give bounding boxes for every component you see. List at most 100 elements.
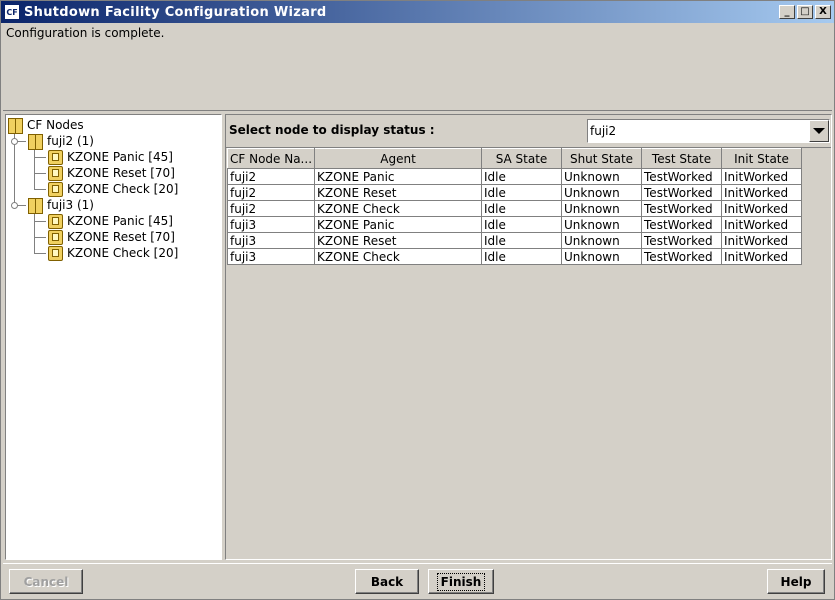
table-cell: KZONE Check <box>314 200 483 217</box>
button-bar: Cancel Back Finish Help <box>3 563 832 597</box>
table-row[interactable]: fuji3 KZONE Panic Idle Unknown TestWorke… <box>226 216 803 233</box>
tree-root[interactable]: CF Nodes <box>7 117 84 134</box>
table-cell: fuji3 <box>226 248 316 265</box>
table-row[interactable]: fuji2 KZONE Panic Idle Unknown TestWorke… <box>226 168 803 185</box>
status-message: Configuration is complete. <box>6 26 165 40</box>
status-panel: Select node to display status : fuji2 CF… <box>225 114 832 560</box>
table-cell: KZONE Panic <box>314 168 483 185</box>
status-table-container: CF Node Na... Agent SA State Shut State … <box>226 147 831 559</box>
folder-icon <box>27 197 43 214</box>
tree-agent-label: KZONE Check [20] <box>67 182 179 196</box>
table-cell: KZONE Reset <box>314 232 483 249</box>
column-header[interactable]: Test State <box>641 148 723 169</box>
table-cell: Unknown <box>561 248 643 265</box>
table-cell: InitWorked <box>721 184 803 201</box>
agent-icon <box>47 181 63 197</box>
selected-node-value: fuji2 <box>590 124 617 138</box>
finish-button-label: Finish <box>436 572 486 591</box>
table-cell: Idle <box>481 216 563 233</box>
table-cell: Idle <box>481 200 563 217</box>
table-cell: Idle <box>481 168 563 185</box>
status-table: CF Node Na... Agent SA State Shut State … <box>226 148 803 265</box>
node-select-dropdown[interactable]: fuji2 <box>587 119 830 143</box>
tree-agent-label: KZONE Check [20] <box>67 246 179 260</box>
help-button-label: Help <box>780 574 812 589</box>
table-cell: KZONE Reset <box>314 184 483 201</box>
table-cell: InitWorked <box>721 248 803 265</box>
table-row[interactable]: fuji3 KZONE Reset Idle Unknown TestWorke… <box>226 232 803 249</box>
folder-icon <box>7 117 23 134</box>
column-header[interactable]: CF Node Na... <box>226 148 316 169</box>
tree-agent-label: KZONE Panic [45] <box>67 150 173 164</box>
table-row[interactable]: fuji3 KZONE Check Idle Unknown TestWorke… <box>226 248 803 265</box>
table-row[interactable]: fuji2 KZONE Reset Idle Unknown TestWorke… <box>226 184 803 201</box>
table-cell: Unknown <box>561 168 643 185</box>
column-header[interactable]: SA State <box>481 148 563 169</box>
tree-node-fuji3[interactable]: fuji3 (1) <box>27 197 94 214</box>
chevron-down-icon[interactable] <box>809 120 829 142</box>
tree-agent-label: KZONE Reset [70] <box>67 230 175 244</box>
table-cell: Idle <box>481 232 563 249</box>
table-cell: KZONE Panic <box>314 216 483 233</box>
folder-icon <box>27 133 43 150</box>
tree-node-label: fuji2 (1) <box>47 134 94 148</box>
cancel-button-label: Cancel <box>23 574 69 589</box>
tree-agent-label: KZONE Reset [70] <box>67 166 175 180</box>
close-button[interactable]: X <box>815 5 831 19</box>
table-cell: InitWorked <box>721 216 803 233</box>
maximize-button[interactable]: □ <box>797 5 813 19</box>
table-row[interactable]: fuji2 KZONE Check Idle Unknown TestWorke… <box>226 200 803 217</box>
table-cell: InitWorked <box>721 232 803 249</box>
help-button[interactable]: Help <box>767 569 825 594</box>
window-title: Shutdown Facility Configuration Wizard <box>24 4 327 20</box>
finish-button[interactable]: Finish <box>428 569 494 594</box>
table-cell: Unknown <box>561 216 643 233</box>
tree-node-label: fuji3 (1) <box>47 198 94 212</box>
table-cell: Idle <box>481 248 563 265</box>
table-cell: fuji3 <box>226 216 316 233</box>
table-cell: TestWorked <box>641 168 723 185</box>
table-cell: fuji3 <box>226 232 316 249</box>
tree-agent-item[interactable]: KZONE Check [20] <box>47 245 178 261</box>
title-bar[interactable]: CF Shutdown Facility Configuration Wizar… <box>1 1 834 23</box>
table-cell: Unknown <box>561 232 643 249</box>
table-cell: TestWorked <box>641 232 723 249</box>
table-cell: fuji2 <box>226 168 316 185</box>
table-cell: TestWorked <box>641 200 723 217</box>
table-cell: fuji2 <box>226 200 316 217</box>
table-cell: Unknown <box>561 200 643 217</box>
tree-agent-item[interactable]: KZONE Panic [45] <box>47 149 173 165</box>
wizard-window: CF Shutdown Facility Configuration Wizar… <box>0 0 835 600</box>
tree-agent-item[interactable]: KZONE Panic [45] <box>47 213 173 229</box>
agent-icon <box>47 149 63 165</box>
column-header[interactable]: Init State <box>721 148 803 169</box>
tree-agent-item[interactable]: KZONE Reset [70] <box>47 165 175 181</box>
cancel-button[interactable]: Cancel <box>9 569 83 594</box>
table-cell: KZONE Check <box>314 248 483 265</box>
table-cell: TestWorked <box>641 216 723 233</box>
tree-agent-item[interactable]: KZONE Check [20] <box>47 181 178 197</box>
app-icon: CF <box>4 4 20 20</box>
agent-icon <box>47 229 63 245</box>
expand-handle-fuji3[interactable] <box>11 202 18 209</box>
cf-node-tree[interactable]: CF Nodes fuji2 (1) KZONE Panic [45] KZON… <box>5 114 222 560</box>
column-header[interactable]: Shut State <box>561 148 643 169</box>
agent-icon <box>47 165 63 181</box>
tree-node-fuji2[interactable]: fuji2 (1) <box>27 133 94 150</box>
back-button[interactable]: Back <box>355 569 419 594</box>
message-area: Configuration is complete. <box>3 23 832 111</box>
table-cell: Idle <box>481 184 563 201</box>
agent-icon <box>47 245 63 261</box>
table-cell: InitWorked <box>721 168 803 185</box>
tree-agent-label: KZONE Panic [45] <box>67 214 173 228</box>
tree-agent-item[interactable]: KZONE Reset [70] <box>47 229 175 245</box>
column-header[interactable]: Agent <box>314 148 483 169</box>
minimize-button[interactable]: _ <box>779 5 795 19</box>
table-header-row: CF Node Na... Agent SA State Shut State … <box>226 148 803 169</box>
back-button-label: Back <box>370 574 404 589</box>
agent-icon <box>47 213 63 229</box>
table-cell: InitWorked <box>721 200 803 217</box>
table-cell: fuji2 <box>226 184 316 201</box>
table-cell: Unknown <box>561 184 643 201</box>
expand-handle-fuji2[interactable] <box>11 138 18 145</box>
